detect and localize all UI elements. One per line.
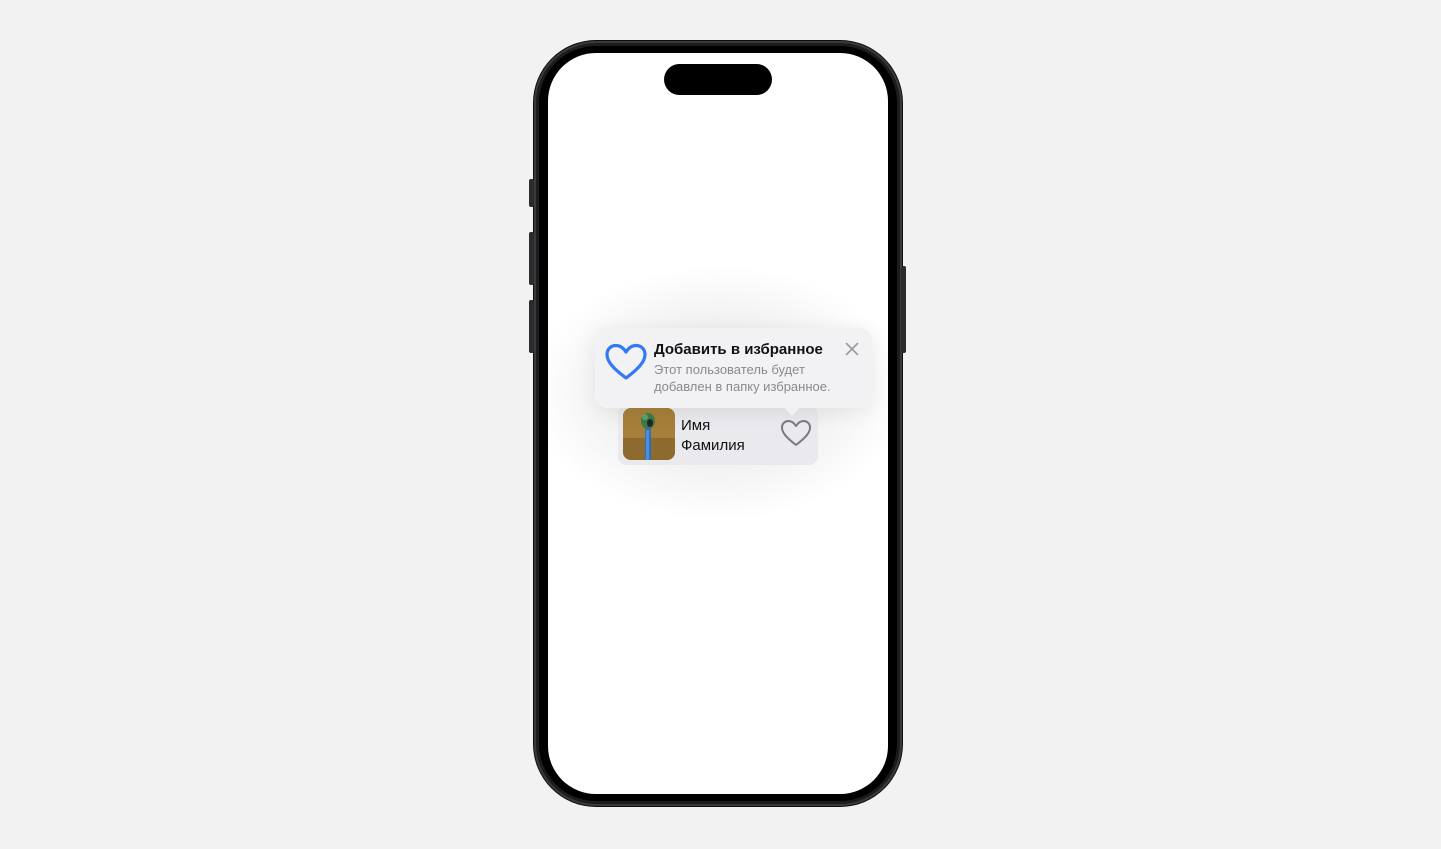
power-button	[901, 266, 906, 353]
close-icon[interactable]	[844, 341, 860, 357]
favorite-tooltip: Добавить в избранное Этот пользователь б…	[595, 328, 872, 416]
heart-icon	[605, 342, 647, 382]
tooltip-description: Этот пользователь будет добавлен в папку…	[654, 362, 831, 394]
volume-down-button	[529, 300, 534, 353]
volume-up-button	[529, 232, 534, 285]
action-button	[529, 179, 534, 207]
tooltip-pointer	[783, 406, 801, 416]
tooltip-title: Добавить в избранное	[654, 341, 823, 358]
heart-outline-icon[interactable]	[780, 418, 812, 448]
phone-screen: Имя Фамилия Добавить в избранное Этот по…	[548, 53, 888, 794]
dynamic-island	[664, 64, 772, 95]
avatar-image	[623, 408, 675, 460]
contact-name: Имя Фамилия	[681, 417, 745, 454]
avatar	[623, 408, 675, 460]
